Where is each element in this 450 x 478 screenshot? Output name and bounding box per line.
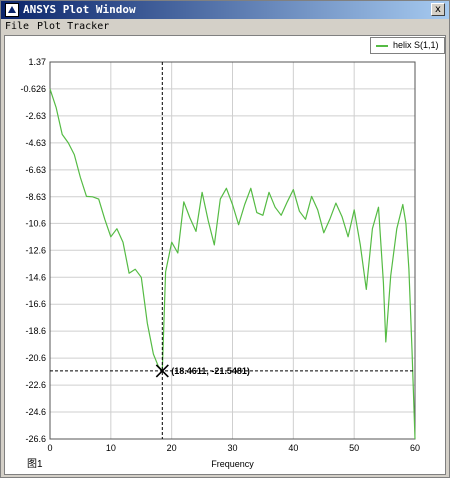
x-tick-label: 60 xyxy=(410,443,420,453)
figure-label: 图1 xyxy=(27,458,43,470)
title-bar[interactable]: ANSYS Plot Window x xyxy=(1,1,449,19)
y-tick-label: -18.6 xyxy=(25,326,46,336)
x-tick-label: 0 xyxy=(47,443,52,453)
menu-bar: File Plot Tracker xyxy=(1,19,449,35)
y-tick-label: 1.37 xyxy=(28,57,46,67)
y-tick-label: -20.6 xyxy=(25,353,46,363)
menu-plot-tracker[interactable]: Plot Tracker xyxy=(37,21,109,32)
y-tick-label: -0.626 xyxy=(20,84,46,94)
legend: helix S(1,1) xyxy=(370,37,445,54)
x-tick-label: 20 xyxy=(167,443,177,453)
plot-area: 1.37 -0.626 -2.63 -4.63 -6.63 -8.63 -10.6 -12.6… xyxy=(4,35,446,475)
y-tick-label: -22.6 xyxy=(25,380,46,390)
window-title: ANSYS Plot Window xyxy=(23,3,136,16)
y-tick-label: -4.63 xyxy=(25,138,46,148)
y-tick-label: -12.6 xyxy=(25,245,46,255)
y-tick-label: -2.63 xyxy=(25,111,46,121)
plot-window: ANSYS Plot Window x File Plot Tracker 1.… xyxy=(0,0,450,478)
y-tick-label: -8.63 xyxy=(25,192,46,202)
x-axis-label: Frequency xyxy=(211,459,254,469)
x-tick-label: 40 xyxy=(288,443,298,453)
y-tick-label: -24.6 xyxy=(25,407,46,417)
legend-line-swatch xyxy=(376,45,388,47)
close-button[interactable]: x xyxy=(431,3,445,16)
y-tick-label: -10.6 xyxy=(25,218,46,228)
y-tick-label: -14.6 xyxy=(25,272,46,282)
marker-label: (18.4611, -21.5481) xyxy=(171,366,250,376)
legend-label: helix S(1,1) xyxy=(393,40,439,50)
chart-svg[interactable]: 1.37 -0.626 -2.63 -4.63 -6.63 -8.63 -10.6 -12.6… xyxy=(5,36,445,474)
x-tick-label: 50 xyxy=(349,443,359,453)
y-tick-label: -16.6 xyxy=(25,299,46,309)
ansys-app-icon xyxy=(5,3,19,17)
y-tick-label: -26.6 xyxy=(25,434,46,444)
y-tick-label: -6.63 xyxy=(25,165,46,175)
x-tick-label: 10 xyxy=(106,443,116,453)
menu-file[interactable]: File xyxy=(5,21,29,32)
x-tick-label: 30 xyxy=(227,443,237,453)
